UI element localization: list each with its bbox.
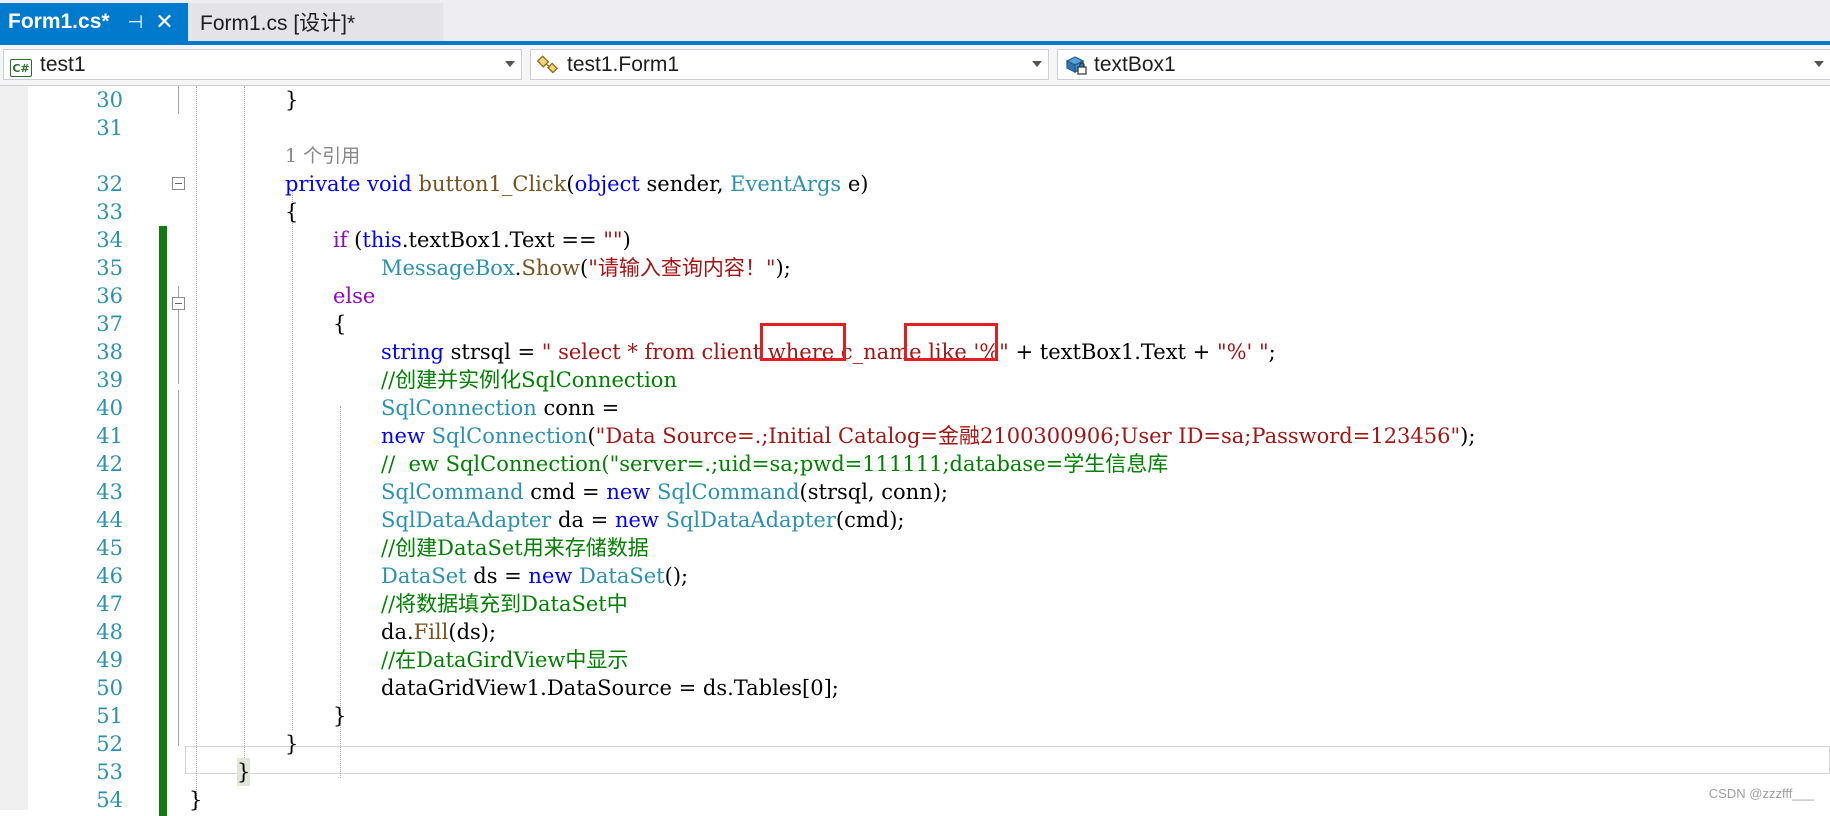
code-text: } (333, 704, 347, 728)
code-line: 34 if (this.textBox1.Text == "") (0, 226, 1830, 254)
code-text: DataSet ds = new DataSet(); (381, 564, 689, 588)
close-icon[interactable]: ✕ (155, 9, 173, 35)
line-number: 52 (96, 732, 123, 756)
csharp-project-icon: C# (10, 54, 34, 77)
code-line: 49 //在DataGirdView中显示 (0, 646, 1830, 674)
code-text: if (this.textBox1.Text == "") (333, 228, 631, 252)
code-line: 31 (0, 114, 1830, 142)
code-line: 40 SqlConnection conn = (0, 394, 1830, 422)
code-line: 33 { (0, 198, 1830, 226)
highlight-box-c-name (904, 323, 998, 361)
code-comment: //创建DataSet用来存储数据 (381, 536, 649, 560)
navigation-bar: C# test1 test1.Form1 textBox1 (0, 45, 1830, 86)
code-text: da.Fill(ds); (381, 620, 497, 644)
line-number: 47 (96, 592, 123, 616)
code-comment: //在DataGirdView中显示 (381, 648, 629, 672)
codelens-line: 1 个引用 (0, 142, 1830, 170)
code-comment: //将数据填充到DataSet中 (381, 592, 628, 616)
code-editor[interactable]: 30 } 31 1 个引用 32 private void button1_Cl… (0, 86, 1830, 816)
highlight-box-client (760, 323, 846, 361)
line-number: 31 (96, 116, 123, 140)
line-number: 49 (96, 648, 123, 672)
line-number: 44 (96, 508, 123, 532)
tab-form1-cs[interactable]: Form1.cs* ⊣ ✕ (0, 3, 188, 41)
code-line: 43 SqlCommand cmd = new SqlCommand(strsq… (0, 478, 1830, 506)
code-line: 30 } (0, 86, 1830, 114)
code-line: 48 da.Fill(ds); (0, 618, 1830, 646)
code-text: { (285, 200, 299, 224)
code-comment: //创建并实例化SqlConnection (381, 368, 677, 392)
chevron-down-icon (505, 61, 515, 67)
watermark: CSDN @zzzfff___ (1708, 786, 1814, 801)
line-number: 30 (96, 88, 123, 112)
code-line: 46 DataSet ds = new DataSet(); (0, 562, 1830, 590)
code-line: 50 dataGridView1.DataSource = ds.Tables[… (0, 674, 1830, 702)
document-tab-strip: Form1.cs* ⊣ ✕ Form1.cs [设计]* (0, 0, 1830, 45)
code-text: { (333, 312, 347, 336)
line-number: 35 (96, 256, 123, 280)
code-comment: // ew SqlConnection("server=.;uid=sa;pwd… (381, 452, 1169, 476)
code-line: 53 } (0, 758, 1830, 786)
code-text: dataGridView1.DataSource = ds.Tables[0]; (381, 676, 839, 700)
code-line: 41 new SqlConnection("Data Source=.;Init… (0, 422, 1830, 450)
code-text: } (237, 758, 251, 786)
code-text: new SqlConnection("Data Source=.;Initial… (381, 424, 1476, 448)
code-text: else (333, 284, 376, 308)
code-line: 32 private void button1_Click(object sen… (0, 170, 1830, 198)
class-dropdown[interactable]: test1.Form1 (530, 49, 1049, 80)
project-dropdown[interactable]: C# test1 (3, 49, 522, 80)
line-number: 33 (96, 200, 123, 224)
code-text: } (285, 732, 299, 756)
code-text: SqlConnection conn = (381, 396, 620, 420)
code-line: 44 SqlDataAdapter da = new SqlDataAdapte… (0, 506, 1830, 534)
line-number: 50 (96, 676, 123, 700)
line-number: 37 (96, 312, 123, 336)
code-line: 35 MessageBox.Show("请输入查询内容！"); (0, 254, 1830, 282)
line-number: 45 (96, 536, 123, 560)
chevron-down-icon (1814, 61, 1824, 67)
line-number: 51 (96, 704, 123, 728)
field-icon (1064, 54, 1088, 76)
member-name: textBox1 (1094, 52, 1176, 76)
code-text: MessageBox.Show("请输入查询内容！"); (381, 256, 791, 280)
code-line: 36 else (0, 282, 1830, 310)
line-number: 43 (96, 480, 123, 504)
code-text: } (285, 88, 299, 112)
line-number: 46 (96, 564, 123, 588)
line-number: 48 (96, 620, 123, 644)
line-number: 53 (96, 760, 123, 784)
codelens-references-link[interactable]: 1 个引用 (285, 142, 360, 170)
member-dropdown[interactable]: textBox1 (1057, 49, 1830, 80)
line-number: 40 (96, 396, 123, 420)
code-line: 39 //创建并实例化SqlConnection (0, 366, 1830, 394)
code-line: 45 //创建DataSet用来存储数据 (0, 534, 1830, 562)
chevron-down-icon (1032, 61, 1042, 67)
class-name: test1.Form1 (567, 52, 680, 76)
code-line: 51 } (0, 702, 1830, 730)
code-text: SqlCommand cmd = new SqlCommand(strsql, … (381, 480, 948, 504)
line-number: 42 (96, 452, 123, 476)
line-number: 34 (96, 228, 123, 252)
pin-icon[interactable]: ⊣ (128, 12, 144, 33)
line-number: 41 (96, 424, 123, 448)
code-line: 52 } (0, 730, 1830, 758)
class-icon (536, 54, 561, 76)
code-text: SqlDataAdapter da = new SqlDataAdapter(c… (381, 508, 905, 532)
line-number: 36 (96, 284, 123, 308)
code-line: 47 //将数据填充到DataSet中 (0, 590, 1830, 618)
line-number: 38 (96, 340, 123, 364)
tab-label: Form1.cs* (8, 10, 110, 33)
line-number: 32 (96, 172, 123, 196)
code-line: 42 // ew SqlConnection("server=.;uid=sa;… (0, 450, 1830, 478)
tab-label: Form1.cs [设计]* (200, 12, 356, 35)
project-name: test1 (40, 52, 86, 76)
line-number: 39 (96, 368, 123, 392)
code-text: private void button1_Click(object sender… (285, 172, 869, 196)
tab-form1-designer[interactable]: Form1.cs [设计]* (188, 3, 443, 41)
